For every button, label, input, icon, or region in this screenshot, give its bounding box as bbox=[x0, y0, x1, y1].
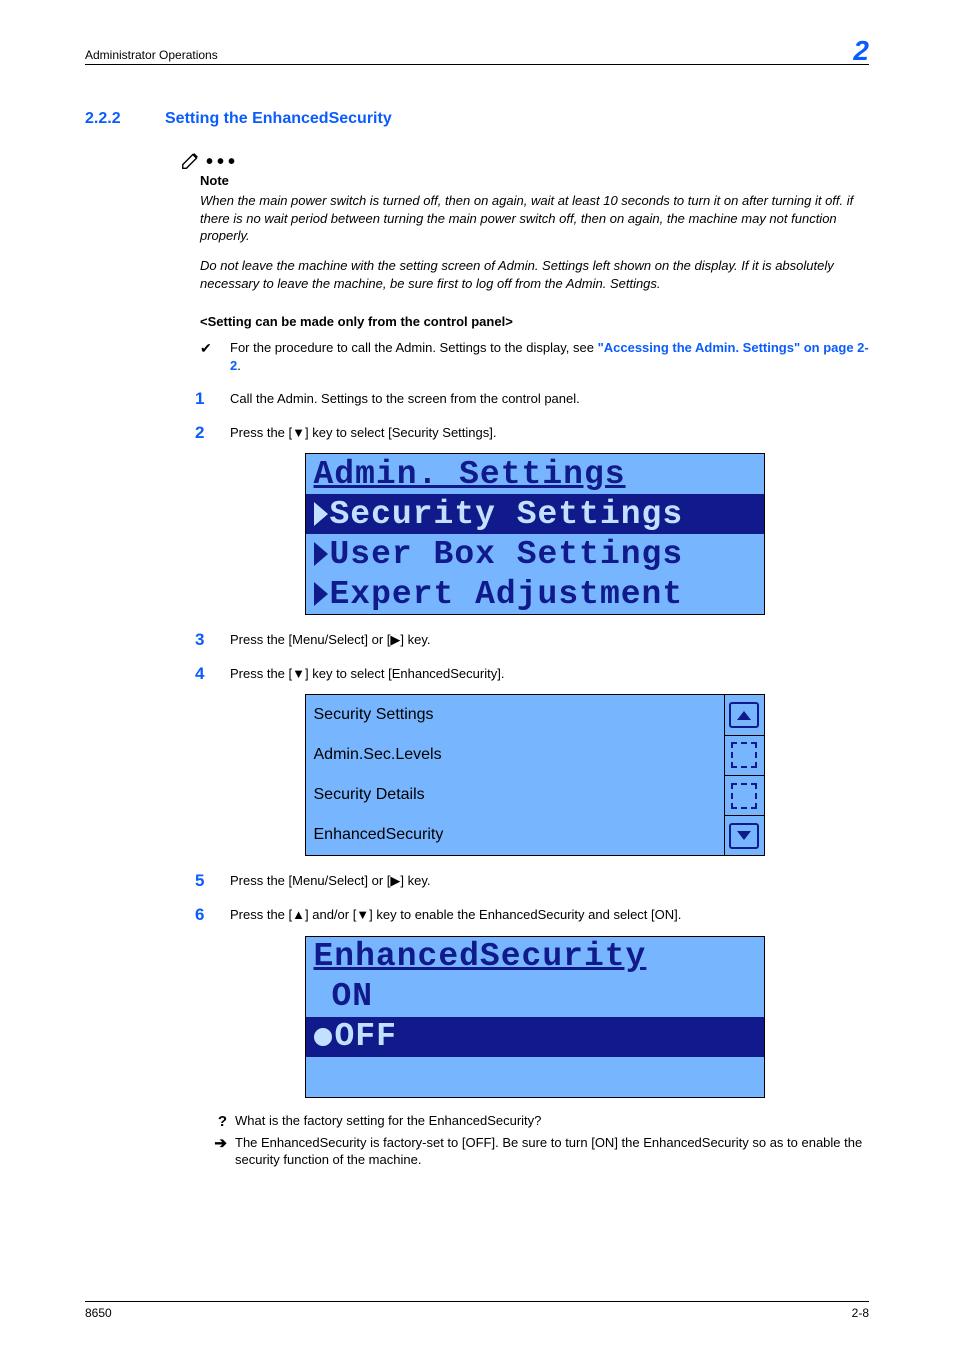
scroll-down-icon bbox=[729, 823, 759, 849]
note-icon-row: ••• bbox=[180, 148, 869, 171]
procedure-text-a: For the procedure to call the Admin. Set… bbox=[230, 340, 598, 355]
question-icon: ? bbox=[200, 1112, 235, 1132]
question-text: What is the factory setting for the Enha… bbox=[235, 1112, 541, 1130]
scroll-up-icon bbox=[729, 702, 759, 728]
step-text: Press the [▲] and/or [▼] key to enable t… bbox=[230, 906, 681, 924]
step-text: Press the [▼] key to select [Security Se… bbox=[230, 424, 496, 442]
step-number: 2 bbox=[195, 424, 230, 441]
step-text: Press the [▼] key to select [EnhancedSec… bbox=[230, 665, 504, 683]
section-heading: 2.2.2 Setting the EnhancedSecurity bbox=[85, 110, 869, 128]
faq-question: ? What is the factory setting for the En… bbox=[200, 1112, 869, 1132]
lcd-item: Security Details bbox=[314, 786, 425, 803]
lcd-screen-2: Security Settings Admin.Sec.Levels Secur… bbox=[305, 694, 765, 856]
cursor-icon bbox=[314, 502, 328, 526]
page-header: Administrator Operations 2 bbox=[85, 40, 869, 65]
section-title: Setting the EnhancedSecurity bbox=[165, 110, 392, 128]
faq-answer: ➔ The EnhancedSecurity is factory-set to… bbox=[200, 1134, 869, 1169]
header-title: Administrator Operations bbox=[85, 48, 218, 62]
answer-text: The EnhancedSecurity is factory-set to [… bbox=[235, 1134, 869, 1169]
note-dots-icon: ••• bbox=[206, 151, 239, 174]
lcd-item: Admin.Sec.Levels bbox=[314, 746, 442, 763]
note-label: Note bbox=[200, 173, 869, 188]
lcd-title: Admin. Settings bbox=[314, 456, 626, 493]
step-number: 1 bbox=[195, 390, 230, 407]
step-number: 4 bbox=[195, 665, 230, 682]
step-1: 1 Call the Admin. Settings to the screen… bbox=[200, 390, 869, 408]
step-2: 2 Press the [▼] key to select [Security … bbox=[200, 424, 869, 442]
bullet-icon bbox=[314, 1028, 332, 1046]
section-number: 2.2.2 bbox=[85, 110, 165, 128]
cursor-icon bbox=[314, 582, 328, 606]
arrow-icon: ➔ bbox=[200, 1134, 235, 1154]
step-3: 3 Press the [Menu/Select] or [▶] key. bbox=[200, 631, 869, 649]
step-number: 5 bbox=[195, 872, 230, 889]
step-text: Press the [Menu/Select] or [▶] key. bbox=[230, 631, 431, 649]
pencil-icon bbox=[180, 149, 202, 171]
lcd-title: Security Settings bbox=[314, 706, 434, 724]
lcd-screen-1: Admin. Settings Security Settings User B… bbox=[305, 453, 765, 615]
step-6: 6 Press the [▲] and/or [▼] key to enable… bbox=[200, 906, 869, 924]
step-number: 3 bbox=[195, 631, 230, 648]
step-4: 4 Press the [▼] key to select [EnhancedS… bbox=[200, 665, 869, 683]
step-text: Call the Admin. Settings to the screen f… bbox=[230, 390, 580, 408]
chapter-number: 2 bbox=[853, 40, 869, 62]
step-number: 6 bbox=[195, 906, 230, 923]
step-text: Press the [Menu/Select] or [▶] key. bbox=[230, 872, 431, 890]
procedure-ref: ✔ For the procedure to call the Admin. S… bbox=[200, 339, 869, 374]
scroll-thumb-icon bbox=[731, 783, 757, 809]
cursor-icon bbox=[314, 542, 328, 566]
lcd-item-selected: OFF bbox=[335, 1018, 397, 1055]
panel-subhead: <Setting can be made only from the contr… bbox=[200, 314, 869, 329]
step-5: 5 Press the [Menu/Select] or [▶] key. bbox=[200, 872, 869, 890]
procedure-text-b: . bbox=[237, 358, 241, 373]
note-paragraph-1: When the main power switch is turned off… bbox=[200, 192, 869, 245]
lcd-item-selected: Security Settings bbox=[330, 496, 684, 533]
check-icon: ✔ bbox=[200, 339, 230, 358]
footer-left: 8650 bbox=[85, 1306, 112, 1320]
lcd-screen-3: EnhancedSecurity ON OFF bbox=[305, 936, 765, 1098]
lcd-item-selected: EnhancedSecurity bbox=[314, 826, 444, 843]
page-footer: 8650 2-8 bbox=[85, 1301, 869, 1320]
lcd-item: Expert Adjustment bbox=[330, 576, 684, 613]
footer-right: 2-8 bbox=[852, 1306, 869, 1320]
lcd-item: User Box Settings bbox=[330, 536, 684, 573]
note-paragraph-2: Do not leave the machine with the settin… bbox=[200, 257, 869, 292]
scroll-thumb-icon bbox=[731, 742, 757, 768]
lcd-item: ON bbox=[332, 978, 374, 1015]
lcd-title: EnhancedSecurity bbox=[314, 938, 647, 975]
